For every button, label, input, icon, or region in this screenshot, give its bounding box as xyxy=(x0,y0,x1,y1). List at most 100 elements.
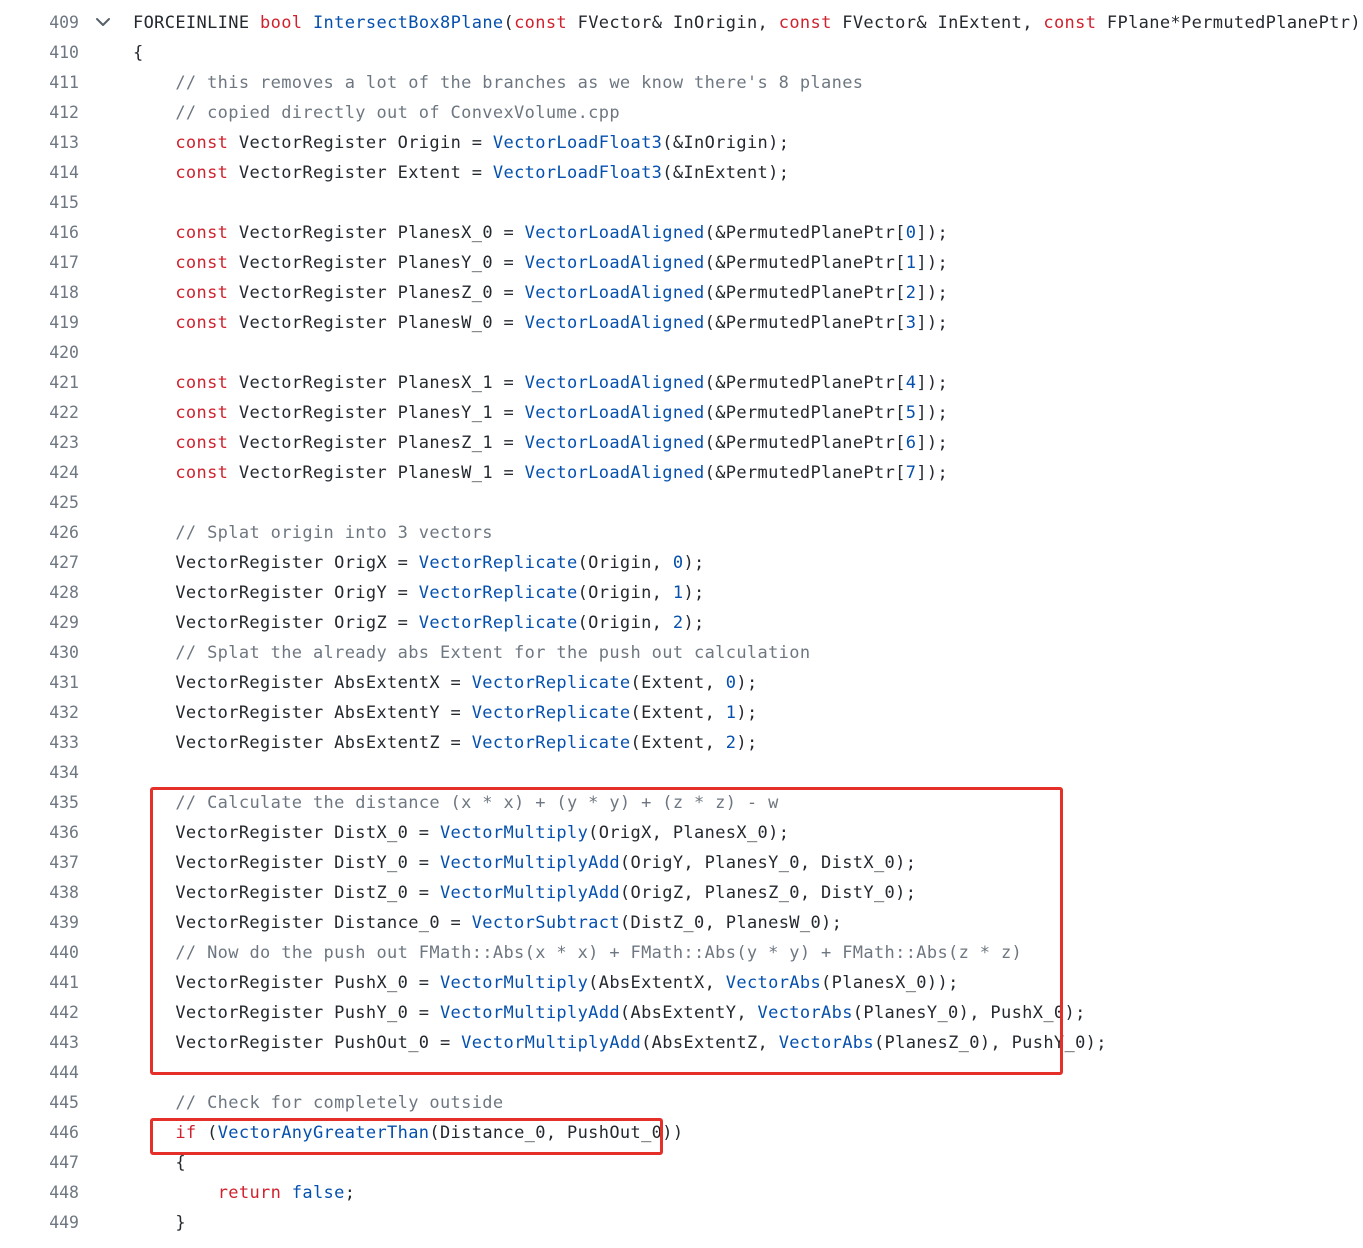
line-number[interactable]: 409 xyxy=(0,8,79,38)
line-number[interactable]: 427 xyxy=(0,548,79,578)
line-number[interactable]: 444 xyxy=(0,1058,79,1088)
code-line: 448 return false; xyxy=(0,1178,1363,1208)
line-number[interactable]: 425 xyxy=(0,488,79,518)
line-number[interactable]: 418 xyxy=(0,278,79,308)
line-number[interactable]: 412 xyxy=(0,98,79,128)
line-number[interactable]: 449 xyxy=(0,1208,79,1238)
line-number[interactable]: 420 xyxy=(0,338,79,368)
line-number[interactable]: 417 xyxy=(0,248,79,278)
line-number[interactable]: 433 xyxy=(0,728,79,758)
code-token: const xyxy=(175,373,229,393)
code-view: 409 FORCEINLINE bool IntersectBox8Plane(c… xyxy=(0,8,1363,1238)
line-number[interactable]: 415 xyxy=(0,188,79,218)
code-token: (&PermutedPlanePtr[ xyxy=(704,433,906,453)
code-content: // Splat origin into 3 vectors xyxy=(133,518,493,548)
line-number[interactable]: 413 xyxy=(0,128,79,158)
code-content: VectorRegister AbsExtentX = VectorReplic… xyxy=(133,668,758,698)
code-token: VectorLoadAligned xyxy=(524,373,705,393)
chevron-down-icon[interactable] xyxy=(92,8,114,38)
line-number[interactable]: 436 xyxy=(0,818,79,848)
line-number[interactable]: 429 xyxy=(0,608,79,638)
code-token: VectorRegister PlanesX_1 = xyxy=(228,373,525,393)
line-number[interactable]: 443 xyxy=(0,1028,79,1058)
line-number[interactable]: 430 xyxy=(0,638,79,668)
code-line: 437 VectorRegister DistY_0 = VectorMulti… xyxy=(0,848,1363,878)
code-token: (&PermutedPlanePtr[ xyxy=(704,313,906,333)
code-token: 2 xyxy=(672,613,684,633)
code-content: } xyxy=(133,1208,186,1238)
code-token: 0 xyxy=(725,673,737,693)
line-number[interactable]: 441 xyxy=(0,968,79,998)
code-line: 433 VectorRegister AbsExtentZ = VectorRe… xyxy=(0,728,1363,758)
code-token: VectorLoadFloat3 xyxy=(492,133,663,153)
line-number[interactable]: 440 xyxy=(0,938,79,968)
code-token: VectorRegister PlanesZ_1 = xyxy=(228,433,525,453)
code-line: 449 } xyxy=(0,1208,1363,1238)
line-number[interactable]: 447 xyxy=(0,1148,79,1178)
code-token: VectorMultiplyAdd xyxy=(439,853,620,873)
line-number[interactable]: 421 xyxy=(0,368,79,398)
line-number[interactable]: 416 xyxy=(0,218,79,248)
code-token: ]); xyxy=(916,463,949,483)
line-number[interactable]: 448 xyxy=(0,1178,79,1208)
code-line: 419 const VectorRegister PlanesW_0 = Vec… xyxy=(0,308,1363,338)
line-number[interactable]: 442 xyxy=(0,998,79,1028)
code-line: 430 // Splat the already abs Extent for … xyxy=(0,638,1363,668)
line-number[interactable]: 410 xyxy=(0,38,79,68)
code-token: ]); xyxy=(916,223,949,243)
line-number[interactable]: 424 xyxy=(0,458,79,488)
code-token: FVector& InExtent, xyxy=(831,13,1044,33)
code-token: VectorRegister PushX_0 = xyxy=(133,973,440,993)
line-number[interactable]: 435 xyxy=(0,788,79,818)
code-line: 445 // Check for completely outside xyxy=(0,1088,1363,1118)
code-content: VectorRegister PushX_0 = VectorMultiply(… xyxy=(133,968,959,998)
code-token: VectorLoadAligned xyxy=(524,223,705,243)
line-number[interactable]: 437 xyxy=(0,848,79,878)
code-content: // Check for completely outside xyxy=(133,1088,503,1118)
code-token: 6 xyxy=(905,433,917,453)
line-number[interactable]: 446 xyxy=(0,1118,79,1148)
code-token: ); xyxy=(683,583,705,603)
code-token: VectorRegister DistZ_0 = xyxy=(133,883,440,903)
code-content: const VectorRegister Extent = VectorLoad… xyxy=(133,158,789,188)
line-number[interactable]: 423 xyxy=(0,428,79,458)
line-number[interactable]: 414 xyxy=(0,158,79,188)
code-token: VectorLoadAligned xyxy=(524,403,705,423)
code-token: ); xyxy=(683,553,705,573)
code-token: VectorMultiplyAdd xyxy=(461,1033,642,1053)
code-token: (Extent, xyxy=(630,703,726,723)
code-token: VectorMultiply xyxy=(439,823,589,843)
line-number[interactable]: 426 xyxy=(0,518,79,548)
code-line: 435 // Calculate the distance (x * x) + … xyxy=(0,788,1363,818)
line-number[interactable]: 434 xyxy=(0,758,79,788)
line-number[interactable]: 419 xyxy=(0,308,79,338)
line-number[interactable]: 438 xyxy=(0,878,79,908)
code-line: 438 VectorRegister DistZ_0 = VectorMulti… xyxy=(0,878,1363,908)
line-number[interactable]: 439 xyxy=(0,908,79,938)
code-token: { xyxy=(133,1153,186,1173)
line-number[interactable]: 411 xyxy=(0,68,79,98)
line-number[interactable]: 432 xyxy=(0,698,79,728)
line-number[interactable]: 428 xyxy=(0,578,79,608)
code-content: VectorRegister PushOut_0 = VectorMultipl… xyxy=(133,1028,1107,1058)
line-number[interactable]: 445 xyxy=(0,1088,79,1118)
code-content: const VectorRegister PlanesZ_0 = VectorL… xyxy=(133,278,948,308)
line-number[interactable]: 431 xyxy=(0,668,79,698)
code-token: VectorRegister PushOut_0 = xyxy=(133,1033,462,1053)
line-number[interactable]: 422 xyxy=(0,398,79,428)
code-token: (AbsExtentY, xyxy=(619,1003,758,1023)
code-line: 427 VectorRegister OrigX = VectorReplica… xyxy=(0,548,1363,578)
code-token: VectorAbs xyxy=(725,973,822,993)
code-token: VectorRegister AbsExtentX = xyxy=(133,673,472,693)
